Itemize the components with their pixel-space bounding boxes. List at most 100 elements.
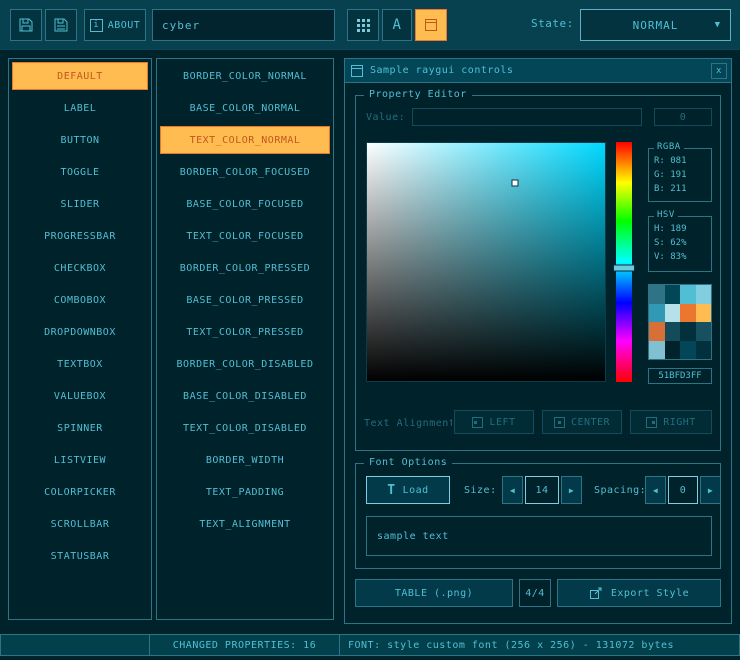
palette-swatch[interactable]	[649, 304, 665, 323]
control-item-colorpicker[interactable]: COLORPICKER	[12, 478, 148, 506]
font-spacing-decrease-button[interactable]: ◀	[645, 476, 666, 504]
control-item-dropdownbox[interactable]: DROPDOWNBOX	[12, 318, 148, 346]
palette-swatch[interactable]	[696, 285, 712, 304]
export-table-button[interactable]: TABLE (.png)	[355, 579, 513, 607]
palette-swatch[interactable]	[696, 322, 712, 341]
align-left-button[interactable]: LEFT	[454, 410, 534, 434]
font-size-increase-button[interactable]: ▶	[561, 476, 582, 504]
property-item-border_width[interactable]: BORDER_WIDTH	[160, 446, 330, 474]
palette-swatch[interactable]	[665, 285, 681, 304]
save-style-as-button[interactable]	[45, 9, 77, 41]
align-right-button[interactable]: RIGHT	[630, 410, 712, 434]
export-style-button[interactable]: Export Style	[557, 579, 721, 607]
font-size-value-box[interactable]: 14	[525, 476, 559, 504]
property-item-text_color_normal[interactable]: TEXT_COLOR_NORMAL	[160, 126, 330, 154]
control-item-statusbar[interactable]: STATUSBAR	[12, 542, 148, 570]
save-style-button[interactable]	[10, 9, 42, 41]
rgba-g-value: G: 191	[649, 168, 711, 182]
palette-swatch[interactable]	[649, 322, 665, 341]
font-view-button[interactable]: A	[382, 9, 412, 41]
hue-bar[interactable]	[616, 142, 632, 382]
palette-swatch[interactable]	[680, 285, 696, 304]
control-item-button[interactable]: BUTTON	[12, 126, 148, 154]
control-item-combobox[interactable]: COMBOBOX	[12, 286, 148, 314]
export-format-counter[interactable]: 4/4	[519, 579, 551, 607]
palette-swatch[interactable]	[680, 341, 696, 360]
property-item-border_color_disabled[interactable]: BORDER_COLOR_DISABLED	[160, 350, 330, 378]
color-saturation-value-panel[interactable]	[366, 142, 606, 382]
property-item-border_color_focused[interactable]: BORDER_COLOR_FOCUSED	[160, 158, 330, 186]
palette-swatch[interactable]	[696, 304, 712, 323]
font-spacing-increase-button[interactable]: ▶	[700, 476, 721, 504]
hue-slider-handle[interactable]	[613, 265, 635, 272]
style-table-view-button[interactable]	[347, 9, 379, 41]
align-left-label: LEFT	[489, 417, 515, 428]
grid-icon	[357, 19, 370, 32]
control-item-checkbox[interactable]: CHECKBOX	[12, 254, 148, 282]
close-icon: x	[716, 66, 722, 76]
font-options-group: Font Options T Load Size: ◀ 14 ▶ Spacing…	[355, 463, 721, 569]
control-item-progressbar[interactable]: PROGRESSBAR	[12, 222, 148, 250]
value-input[interactable]	[412, 108, 642, 126]
property-item-text_color_focused[interactable]: TEXT_COLOR_FOCUSED	[160, 222, 330, 250]
rgba-label: RGBA	[654, 142, 684, 152]
control-item-spinner[interactable]: SPINNER	[12, 414, 148, 442]
align-center-button[interactable]: CENTER	[542, 410, 622, 434]
right-arrow-icon: ▶	[708, 486, 713, 495]
color-picker-marker[interactable]	[511, 180, 518, 187]
state-dropdown[interactable]: NORMAL ▼	[580, 9, 731, 41]
font-size-decrease-button[interactable]: ◀	[502, 476, 523, 504]
statusbar-font-info: FONT: style custom font (256 x 256) - 13…	[339, 634, 740, 656]
property-item-base_color_focused[interactable]: BASE_COLOR_FOCUSED	[160, 190, 330, 218]
value-label: Value:	[366, 112, 405, 123]
font-load-button[interactable]: T Load	[366, 476, 450, 504]
control-item-slider[interactable]: SLIDER	[12, 190, 148, 218]
control-item-default[interactable]: DEFAULT	[12, 62, 148, 90]
control-item-toggle[interactable]: TOGGLE	[12, 158, 148, 186]
statusbar-changed-properties: CHANGED PROPERTIES: 16	[149, 634, 340, 656]
palette-swatch[interactable]	[680, 322, 696, 341]
export-style-label: Export Style	[611, 588, 689, 599]
style-color-palette	[648, 284, 712, 360]
style-name-input[interactable]	[152, 9, 335, 41]
state-label: State:	[531, 17, 574, 30]
control-item-textbox[interactable]: TEXTBOX	[12, 350, 148, 378]
font-spacing-value-box[interactable]: 0	[668, 476, 698, 504]
control-item-valuebox[interactable]: VALUEBOX	[12, 382, 148, 410]
controls-view-button[interactable]	[415, 9, 447, 41]
palette-swatch[interactable]	[665, 341, 681, 360]
property-item-border_color_normal[interactable]: BORDER_COLOR_NORMAL	[160, 62, 330, 90]
property-item-text_alignment[interactable]: TEXT_ALIGNMENT	[160, 510, 330, 538]
property-item-base_color_disabled[interactable]: BASE_COLOR_DISABLED	[160, 382, 330, 410]
export-icon	[589, 586, 603, 600]
control-item-listview[interactable]: LISTVIEW	[12, 446, 148, 474]
property-item-base_color_pressed[interactable]: BASE_COLOR_PRESSED	[160, 286, 330, 314]
palette-swatch[interactable]	[680, 304, 696, 323]
hsv-group: HSV H: 189 S: 62% V: 83%	[648, 216, 712, 272]
palette-swatch[interactable]	[649, 285, 665, 304]
property-item-base_color_normal[interactable]: BASE_COLOR_NORMAL	[160, 94, 330, 122]
property-item-border_color_pressed[interactable]: BORDER_COLOR_PRESSED	[160, 254, 330, 282]
palette-swatch[interactable]	[665, 322, 681, 341]
value-box-text: 0	[680, 112, 687, 123]
window-close-button[interactable]: x	[711, 63, 727, 79]
about-button[interactable]: i ABOUT	[84, 9, 146, 41]
property-item-text_color_pressed[interactable]: TEXT_COLOR_PRESSED	[160, 318, 330, 346]
font-info-text: FONT: style custom font (256 x 256) - 13…	[348, 640, 674, 651]
hex-color-box[interactable]: 51BFD3FF	[648, 368, 712, 384]
control-item-scrollbar[interactable]: SCROLLBAR	[12, 510, 148, 538]
about-button-label: ABOUT	[108, 20, 141, 31]
control-item-label[interactable]: LABEL	[12, 94, 148, 122]
palette-swatch[interactable]	[665, 304, 681, 323]
value-box[interactable]: 0	[654, 108, 712, 126]
toolbar: i ABOUT A State: NORMAL ▼	[0, 0, 740, 50]
property-editor-label: Property Editor	[364, 89, 472, 100]
floppy-icon	[18, 17, 34, 33]
property-item-text_color_disabled[interactable]: TEXT_COLOR_DISABLED	[160, 414, 330, 442]
export-format-counter-value: 4/4	[525, 588, 545, 599]
window-titlebar[interactable]: Sample raygui controls	[345, 59, 731, 83]
sample-text-box[interactable]: sample text	[366, 516, 712, 556]
palette-swatch[interactable]	[696, 341, 712, 360]
property-item-text_padding[interactable]: TEXT_PADDING	[160, 478, 330, 506]
palette-swatch[interactable]	[649, 341, 665, 360]
